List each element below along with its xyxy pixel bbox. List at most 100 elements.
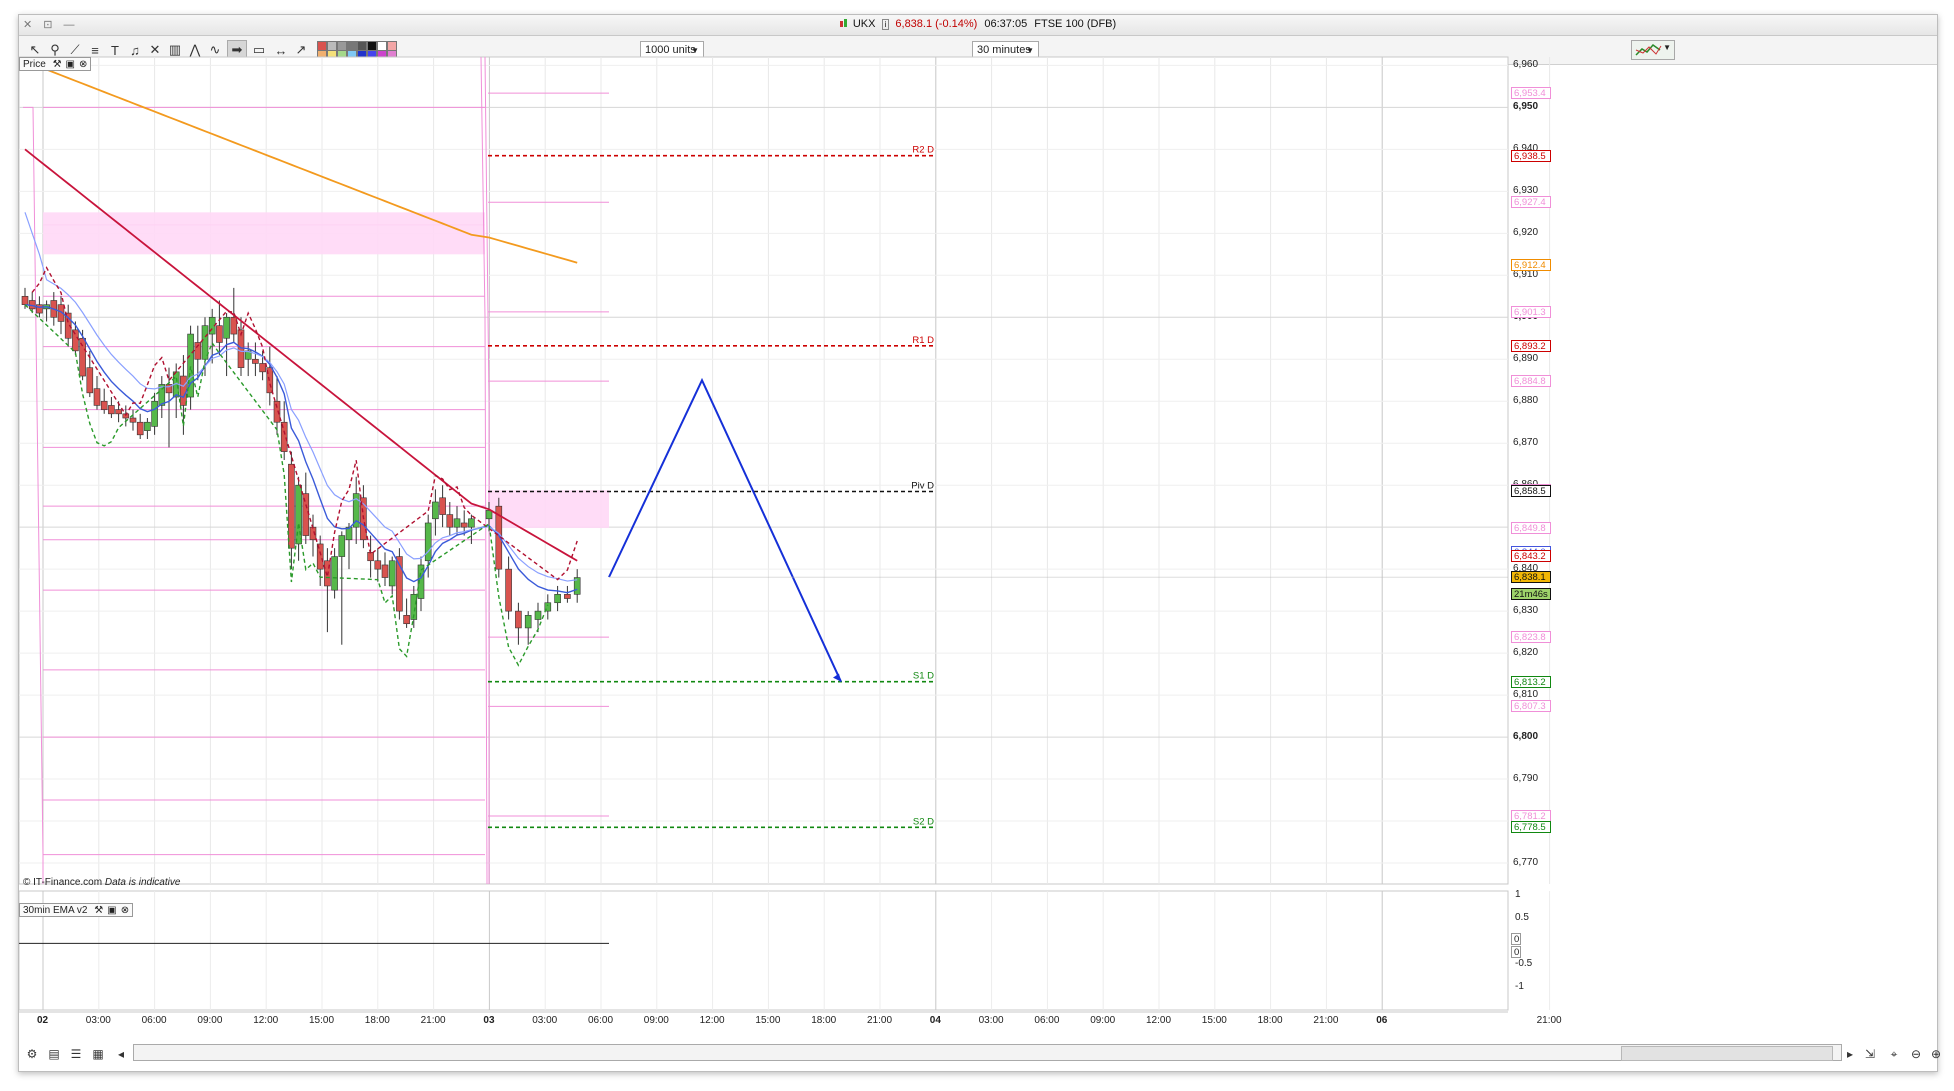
price-tick-label: 6,790 [1513,773,1539,785]
candle-body [93,388,101,406]
list-icon[interactable]: ☰ [67,1045,85,1063]
chart-settings-icon[interactable]: ⚙ [23,1045,41,1063]
zoom-in-icon[interactable]: ⊕ [1927,1045,1945,1063]
candle-body [144,421,151,431]
time-tick-label: 06 [1376,1015,1388,1026]
candle-body [446,514,454,528]
time-tick-label: 18:00 [1257,1015,1283,1026]
time-tick-label: 12:00 [699,1015,725,1026]
candle-body [36,304,43,314]
time-tick-label: 15:00 [755,1015,781,1026]
price-marker-box: 6,813.2 [1511,675,1551,688]
indicator-panel-tag: 30min EMA v2 ⚒ ▣ ⊗ [19,903,134,918]
credit-note: Data is indicative [104,877,181,888]
price-tick-label: 6,890 [1513,353,1539,365]
trading-window: ✕ ⊡ — UKX i 6,838.1 (-0.14%) 06:37:05 FT… [18,14,1941,1072]
candle-body [136,421,144,436]
candle-body [288,463,295,549]
indicator-pane [19,890,1509,1011]
indicator-tick-label: 1 [1515,889,1521,900]
candle-body [180,375,187,406]
candle-body [505,568,512,612]
candle-body [564,594,571,599]
time-tick-label: 12:00 [253,1015,279,1026]
price-marker-box: 6,843.2 [1511,549,1551,562]
candle-body [424,522,432,562]
candle-body [223,316,230,339]
scrollbar-thumb[interactable] [1621,1046,1833,1061]
price-marker-box: 6,823.8 [1511,631,1551,644]
indicator-tick-label: 0.5 [1515,912,1529,923]
indicator-tick-label: -0.5 [1515,958,1533,969]
time-tick-label: 04 [929,1015,941,1026]
window-icon[interactable]: ▣ [107,904,116,918]
candle-body [259,363,266,373]
wrench-icon[interactable]: ⚒ [94,904,103,918]
price-panel-tag: Price ⚒ ▣ ⊗ [19,57,92,72]
price-marker-box: 6,807.3 [1511,700,1551,713]
time-scrollbar[interactable] [133,1044,1842,1061]
layout-icon[interactable]: ▤ [45,1045,63,1063]
indicators-icon[interactable]: ▦ [89,1045,107,1063]
price-tick-label: 6,960 [1513,59,1539,71]
price-marker-box: 6,938.5 [1511,149,1551,162]
candle-body [367,552,374,562]
time-tick-label: 03:00 [85,1015,111,1026]
price-tick-label: 6,820 [1513,647,1539,659]
time-tick-label: 03:00 [978,1015,1004,1026]
close-icon[interactable]: ⊗ [79,58,87,72]
candle-body [374,560,382,570]
candle-body [129,417,137,423]
time-tick-label: 06:00 [1034,1015,1060,1026]
candle-body [534,610,542,620]
credit-text: © IT-Finance.com [23,877,103,888]
price-marker-box: 6,858.5 [1511,485,1551,498]
time-tick-label: 21:00 [420,1015,446,1026]
scroll-left-icon[interactable]: ◂ [112,1045,130,1063]
price-pane [19,56,1509,885]
price-marker-box: 6,893.2 [1511,339,1551,352]
price-marker-box: 6,901.3 [1511,305,1551,318]
candle-body [302,493,310,536]
candle-body [524,615,532,629]
indicator-value-box: 0 [1511,933,1521,945]
price-tick-label: 6,870 [1513,437,1539,449]
candle-body [485,510,493,520]
price-chart[interactable]: R2 D R1 D Piv D S1 D S2 D [19,15,1937,1071]
candle-body [453,518,461,528]
time-tick-label: 09:00 [643,1015,669,1026]
price-marker-box: 21m46s [1511,588,1551,601]
candle-body [21,295,29,305]
window-icon[interactable]: ▣ [66,58,75,72]
close-icon[interactable]: ⊗ [121,904,129,918]
zoom-out-icon[interactable]: ⊖ [1907,1045,1925,1063]
price-tick-label: 6,800 [1513,731,1539,743]
price-marker-box: 6,927.4 [1511,196,1551,209]
data-credit: © IT-Finance.com Data is indicative [23,877,180,888]
time-tick-label: 15:00 [1201,1015,1227,1026]
price-tick-label: 6,950 [1513,101,1539,113]
price-tick-label: 6,770 [1513,857,1539,868]
time-tick-label: 06:00 [588,1015,614,1026]
time-tick-label: 02 [37,1015,49,1026]
candle-body [115,409,122,415]
price-tick-label: 6,830 [1513,605,1539,617]
zoom-fit-icon[interactable]: ⌖ [1885,1045,1903,1063]
candle-body [515,610,522,629]
candle-body [252,358,259,364]
candle-body [273,400,281,423]
wrench-icon[interactable]: ⚒ [53,58,62,72]
fit-icon[interactable]: ⇲ [1861,1045,1879,1063]
supply-zone [43,212,485,255]
candle-body [108,405,115,415]
candle-body [439,497,446,515]
scroll-right-icon[interactable]: ▸ [1841,1045,1859,1063]
time-tick-label: 15:00 [309,1015,335,1026]
candle-body [381,564,389,578]
price-marker-box: 6,781.2 [1511,809,1551,822]
candle-body [86,367,94,394]
candle-body [216,325,223,343]
price-marker-box: 6,884.8 [1511,375,1551,388]
candle-body [432,501,439,520]
time-tick-label: 21:00 [867,1015,893,1026]
